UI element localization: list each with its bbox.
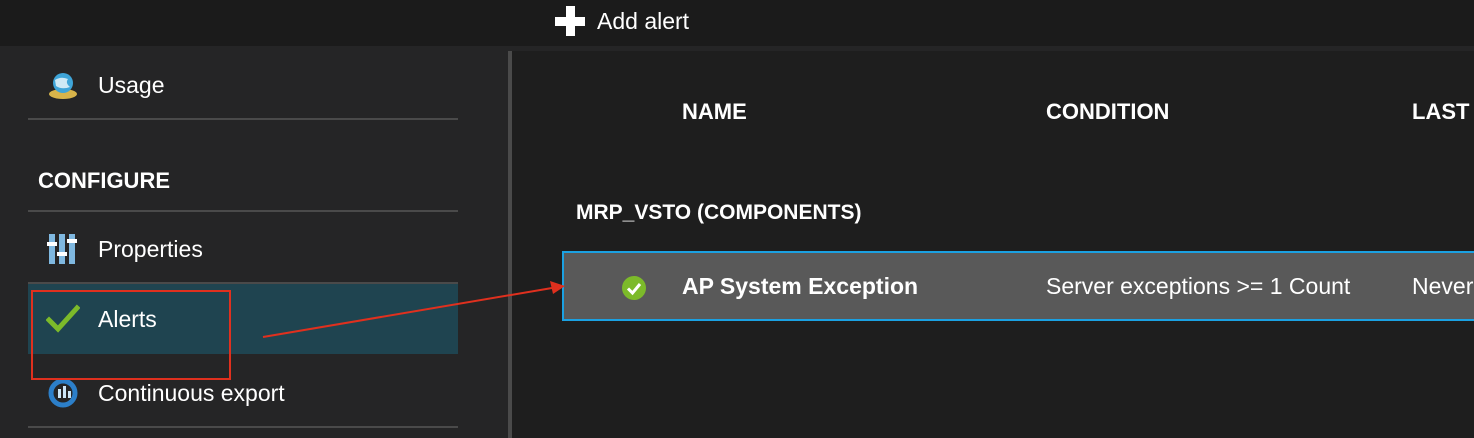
alert-condition: Server exceptions >= 1 Count: [1046, 273, 1351, 299]
plus-icon: [555, 6, 585, 36]
divider: [28, 426, 458, 428]
command-bar: Add alert: [0, 0, 1474, 46]
sidebar-item-label: Properties: [98, 235, 203, 262]
alert-name: AP System Exception: [682, 273, 919, 299]
sidebar-item-properties[interactable]: Properties: [28, 214, 458, 284]
add-alert-button[interactable]: Add alert: [555, 4, 689, 38]
properties-bars-icon: [46, 232, 80, 266]
globe-usage-icon: [46, 68, 80, 102]
add-alert-label: Add alert: [597, 7, 690, 34]
section-heading-configure: CONFIGURE: [38, 168, 170, 193]
column-header-name[interactable]: NAME: [682, 99, 747, 125]
annotation-highlight-box: [31, 290, 231, 380]
alert-group-title: MRP_VSTO (COMPONENTS): [576, 201, 862, 224]
divider: [28, 210, 458, 212]
divider: [28, 118, 458, 120]
sidebar-item-label: Continuous export: [98, 379, 285, 406]
column-header-condition[interactable]: CONDITION: [1046, 99, 1169, 125]
table-row[interactable]: AP System Exception Server exceptions >=…: [562, 251, 1474, 321]
export-icon: [46, 376, 80, 410]
check-circle-icon: [622, 276, 646, 300]
sidebar-item-usage[interactable]: Usage: [28, 50, 458, 120]
alert-last-fired: Never: [1412, 273, 1474, 299]
sidebar-item-label: Usage: [98, 71, 165, 98]
alerts-pane: NAME CONDITION LAST MRP_VSTO (COMPONENTS…: [512, 51, 1474, 438]
app-window: Add alert Usage CONFIGURE Properties Ale…: [0, 0, 1474, 438]
column-header-last[interactable]: LAST: [1412, 99, 1469, 125]
